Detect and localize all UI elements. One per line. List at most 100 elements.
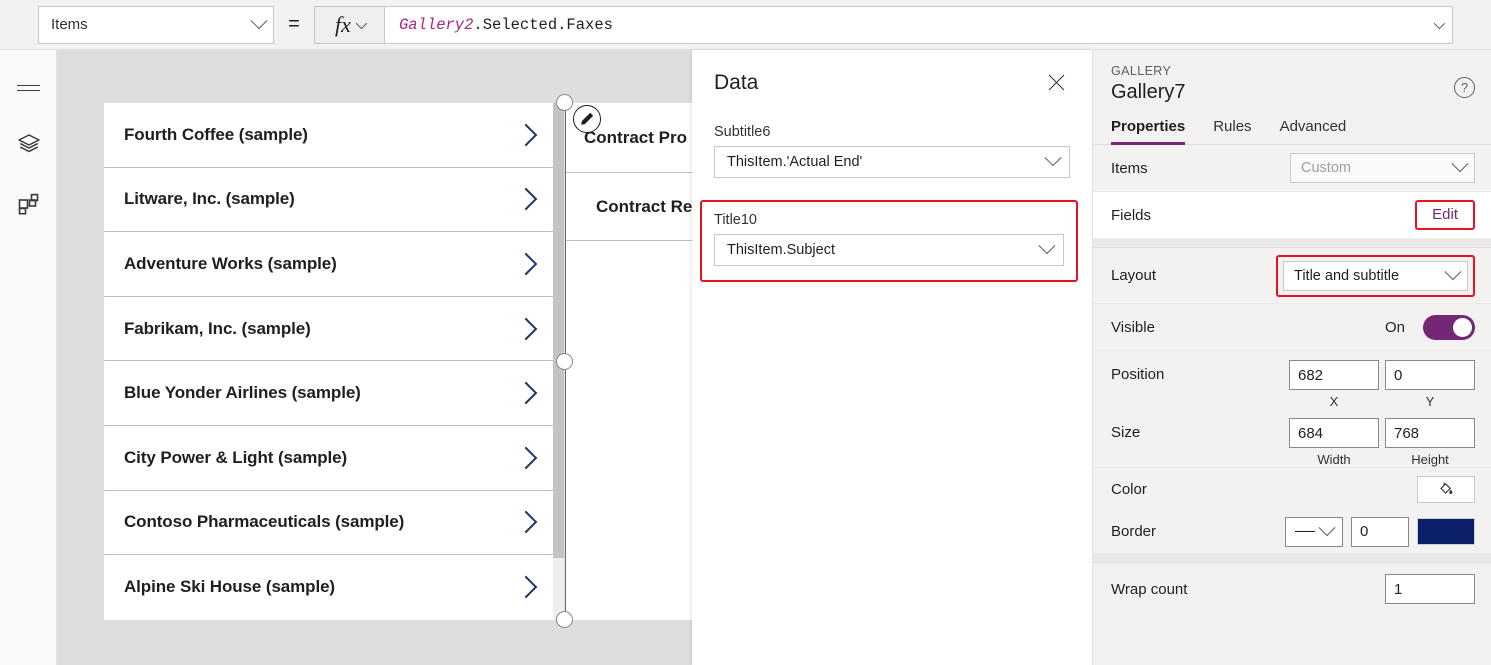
chevron-down-icon[interactable] xyxy=(1433,17,1446,29)
size-height-input[interactable]: 768 xyxy=(1385,418,1475,448)
property-label: Fields xyxy=(1111,206,1152,224)
section-divider xyxy=(1093,554,1491,563)
border-color-swatch[interactable] xyxy=(1417,518,1475,545)
gallery-browse-list[interactable]: Fourth Coffee (sample) Litware, Inc. (sa… xyxy=(104,103,556,620)
property-label: Border xyxy=(1111,523,1157,540)
list-item-title: Adventure Works (sample) xyxy=(124,253,337,273)
position-x-group: 682 X xyxy=(1289,360,1379,409)
property-row-fields: Fields Edit xyxy=(1093,192,1491,239)
property-selector-dropdown[interactable]: Items xyxy=(38,5,274,44)
chevron-down-icon xyxy=(1318,518,1336,536)
data-field-value: ThisItem.'Actual End' xyxy=(727,154,863,170)
left-rail xyxy=(0,50,57,665)
size-height-caption: Height xyxy=(1411,452,1449,467)
position-x-input[interactable]: 682 xyxy=(1289,360,1379,390)
toggle-knob xyxy=(1453,317,1472,337)
property-label: Size xyxy=(1111,424,1141,441)
properties-panel: GALLERY Gallery7 ? Properties Rules Adva… xyxy=(1092,50,1491,665)
fields-edit-highlight: Edit xyxy=(1415,200,1475,230)
list-item[interactable]: Alpine Ski House (sample) xyxy=(104,555,556,620)
property-label: Items xyxy=(1111,159,1148,177)
border-style-dropdown[interactable] xyxy=(1285,516,1343,547)
pencil-glyph xyxy=(581,112,594,125)
property-row-position: Position 682 X 0 Y xyxy=(1093,351,1491,409)
section-divider xyxy=(1093,239,1491,248)
chevron-right-icon[interactable] xyxy=(514,576,538,599)
property-selector-value: Items xyxy=(51,16,88,33)
chevron-right-icon[interactable] xyxy=(514,252,538,276)
close-icon[interactable] xyxy=(1044,70,1070,96)
list-item[interactable]: Adventure Works (sample) xyxy=(104,232,556,297)
tab-rules[interactable]: Rules xyxy=(1213,118,1251,144)
fx-icon: fx xyxy=(335,11,351,37)
chevron-right-icon[interactable] xyxy=(514,381,538,405)
list-item-title: Fourth Coffee (sample) xyxy=(124,124,308,144)
components-grid-icon[interactable] xyxy=(0,182,57,226)
data-field-dropdown[interactable]: ThisItem.Subject xyxy=(714,234,1064,266)
property-label: Wrap count xyxy=(1111,580,1188,598)
items-dropdown[interactable]: Custom xyxy=(1290,153,1475,183)
list-item[interactable]: City Power & Light (sample) xyxy=(104,426,556,491)
edit-pencil-icon[interactable] xyxy=(573,105,601,133)
grid-glyph xyxy=(18,193,38,215)
list-item[interactable]: Blue Yonder Airlines (sample) xyxy=(104,361,556,426)
paint-bucket-glyph xyxy=(1440,482,1453,494)
data-panel-title: Data xyxy=(714,71,759,94)
list-item-title: Litware, Inc. (sample) xyxy=(124,189,295,209)
fields-edit-link[interactable]: Edit xyxy=(1422,202,1468,227)
list-item-title: Contoso Pharmaceuticals (sample) xyxy=(124,512,405,532)
equals-sign: = xyxy=(288,13,300,35)
chevron-right-icon[interactable] xyxy=(514,511,538,534)
chevron-down-icon xyxy=(1044,149,1062,167)
data-field-label: Subtitle6 xyxy=(714,124,771,140)
data-panel: Data Subtitle6 ThisItem.'Actual End' Tit… xyxy=(692,50,1092,665)
property-row-items: Items Custom xyxy=(1093,145,1491,192)
layout-dropdown[interactable]: Title and subtitle xyxy=(1283,260,1468,291)
list-item[interactable]: Fabrikam, Inc. (sample) xyxy=(104,297,556,362)
chevron-right-icon[interactable] xyxy=(514,188,538,211)
border-thickness-input[interactable]: 0 xyxy=(1351,516,1409,547)
chevron-right-icon[interactable] xyxy=(514,446,538,470)
fx-button[interactable]: fx xyxy=(314,5,384,44)
gallery-scrollbar-thumb[interactable] xyxy=(553,103,564,558)
data-field-label: Title10 xyxy=(714,212,757,228)
chevron-right-icon[interactable] xyxy=(514,123,538,147)
property-row-visible: Visible On xyxy=(1093,304,1491,351)
properties-header: GALLERY Gallery7 ? xyxy=(1093,50,1491,104)
formula-identifier: Gallery2 xyxy=(399,15,474,34)
control-type-label: GALLERY xyxy=(1111,64,1172,78)
border-controls: 0 xyxy=(1285,516,1475,547)
position-controls: 682 X 0 Y xyxy=(1289,360,1475,409)
visible-toggle[interactable] xyxy=(1423,314,1475,340)
list-item-title: Fabrikam, Inc. (sample) xyxy=(124,318,311,338)
list-item[interactable]: Contoso Pharmaceuticals (sample) xyxy=(104,491,556,556)
position-y-input[interactable]: 0 xyxy=(1385,360,1475,390)
wrap-count-input[interactable]: 1 xyxy=(1385,574,1475,604)
data-panel-header: Data xyxy=(692,50,1092,96)
list-item[interactable]: Fourth Coffee (sample) xyxy=(104,103,556,168)
formula-bar: Items = fx Gallery2.Selected.Faxes xyxy=(0,0,1491,50)
formula-input[interactable]: Gallery2.Selected.Faxes xyxy=(384,5,1453,44)
menu-icon[interactable] xyxy=(0,66,57,110)
property-label: Layout xyxy=(1111,267,1157,284)
position-y-group: 0 Y xyxy=(1385,360,1475,409)
layers-glyph xyxy=(17,134,40,153)
list-item-title: Contract Pro xyxy=(584,127,687,147)
gallery-scrollbar-track[interactable] xyxy=(553,558,564,620)
tab-advanced[interactable]: Advanced xyxy=(1280,118,1347,144)
property-row-size: Size 684 Width 768 Height xyxy=(1093,409,1491,468)
size-controls: 684 Width 768 Height xyxy=(1289,418,1475,467)
property-row-color: Color xyxy=(1093,468,1491,510)
paint-bucket-icon[interactable] xyxy=(1417,475,1475,503)
visible-control: On xyxy=(1385,314,1475,340)
screens-layers-icon[interactable] xyxy=(0,122,57,166)
list-item[interactable]: Litware, Inc. (sample) xyxy=(104,168,556,233)
property-row-layout: Layout Title and subtitle xyxy=(1093,248,1491,304)
size-width-input[interactable]: 684 xyxy=(1289,418,1379,448)
powerapps-studio: Items = fx Gallery2.Selected.Faxes Fourt… xyxy=(0,0,1491,665)
layout-value: Title and subtitle xyxy=(1294,267,1400,284)
data-field-dropdown[interactable]: ThisItem.'Actual End' xyxy=(714,146,1070,178)
help-circle-icon[interactable]: ? xyxy=(1454,77,1475,98)
tab-properties[interactable]: Properties xyxy=(1111,118,1186,145)
chevron-right-icon[interactable] xyxy=(514,317,538,340)
